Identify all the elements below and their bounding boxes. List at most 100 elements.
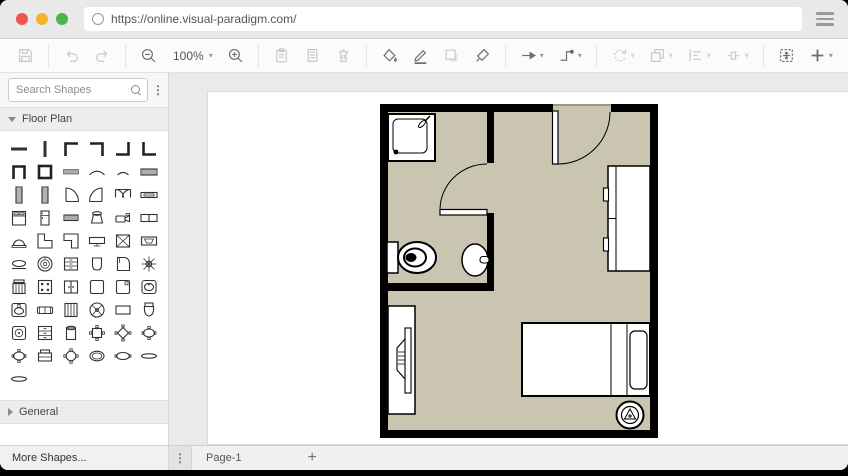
shape-oval-table[interactable] xyxy=(110,344,136,367)
shape-hatched-wall-vertical-2[interactable] xyxy=(32,183,58,206)
page-menu-button[interactable]: ⋮ xyxy=(169,446,192,470)
shape-speaker[interactable] xyxy=(6,321,32,344)
fit-page-button[interactable] xyxy=(774,45,799,66)
shape-widescreen-tv[interactable] xyxy=(136,229,162,252)
shape-double-cabinet[interactable] xyxy=(58,275,84,298)
shape-wall-corner-sw[interactable] xyxy=(136,137,162,160)
zoom-in-button[interactable] xyxy=(223,45,248,66)
bed[interactable] xyxy=(521,322,651,397)
shape-camera[interactable] xyxy=(110,206,136,229)
shape-double-door[interactable] xyxy=(110,183,136,206)
zoom-out-button[interactable] xyxy=(136,45,161,66)
shape-curved-wall-1[interactable] xyxy=(84,160,110,183)
shape-double-window[interactable] xyxy=(136,206,162,229)
shape-loveseat[interactable] xyxy=(32,298,58,321)
shape-plain-table[interactable] xyxy=(84,275,110,298)
shape-office-chair[interactable] xyxy=(6,275,32,298)
shape-square-table-chairs[interactable] xyxy=(84,321,110,344)
shape-conference-table[interactable] xyxy=(6,344,32,367)
shape-grand-piano[interactable] xyxy=(110,252,136,275)
plant-icon xyxy=(141,256,157,271)
shape-hopper[interactable] xyxy=(84,206,110,229)
shape-hatched-wall-vertical[interactable] xyxy=(6,183,32,206)
sink[interactable] xyxy=(461,243,490,277)
tv-cabinet[interactable] xyxy=(387,305,416,415)
shape-vanity[interactable] xyxy=(6,229,32,252)
shape-card-table[interactable] xyxy=(32,275,58,298)
shape-curved-wall-2[interactable] xyxy=(110,160,136,183)
shower[interactable] xyxy=(387,113,436,162)
toolbar-divider xyxy=(504,44,506,67)
fill-color-button[interactable] xyxy=(377,45,402,66)
shape-square-sink[interactable] xyxy=(6,298,32,321)
page-tab[interactable]: Page-1 xyxy=(192,446,255,470)
shape-laundry-basket[interactable] xyxy=(84,252,110,275)
shape-diamond-table-chairs[interactable] xyxy=(110,321,136,344)
shape-coffee-table[interactable] xyxy=(6,252,32,275)
shape-wall-corner-se[interactable] xyxy=(110,137,136,160)
shape-plant[interactable] xyxy=(136,252,162,275)
oval-table-chairs-icon xyxy=(141,325,157,340)
shape-bookcase[interactable] xyxy=(58,298,84,321)
waypoint-style-button[interactable]: ▾ xyxy=(554,45,586,66)
diagram-canvas[interactable] xyxy=(169,73,848,445)
ceiling-lamp[interactable] xyxy=(615,400,645,430)
shape-small-rug[interactable] xyxy=(136,344,162,367)
more-shapes-button[interactable]: More Shapes... xyxy=(0,445,168,470)
shape-toilet-front-view[interactable] xyxy=(136,298,162,321)
sidebar-menu-icon[interactable]: ⋮ xyxy=(152,84,164,96)
section-general[interactable]: General xyxy=(0,400,168,424)
shape-room-square[interactable] xyxy=(32,160,58,183)
floor-plan-drawing[interactable] xyxy=(380,104,658,438)
insert-button[interactable]: ▾ xyxy=(805,45,837,66)
corner-table-icon xyxy=(115,279,131,294)
shape-oval-table-chairs[interactable] xyxy=(136,321,162,344)
shape-drawer-unit[interactable] xyxy=(32,321,58,344)
add-page-button[interactable]: + xyxy=(301,450,322,466)
shape-door-right[interactable] xyxy=(58,183,84,206)
format-panel-button[interactable] xyxy=(843,45,848,66)
shape-ceiling-fan[interactable] xyxy=(84,298,110,321)
shape-rug[interactable] xyxy=(6,367,32,390)
shape-toilet-top-view[interactable] xyxy=(136,275,162,298)
shape-side-table[interactable] xyxy=(110,298,136,321)
shape-printer[interactable] xyxy=(32,344,58,367)
maximize-window-button[interactable] xyxy=(56,13,68,25)
shape-wall-corner-nw[interactable] xyxy=(58,137,84,160)
toilet[interactable] xyxy=(386,241,437,274)
shape-oval-bathtub[interactable] xyxy=(84,344,110,367)
wall-section-icon xyxy=(63,168,79,174)
shape-dresser[interactable] xyxy=(58,252,84,275)
address-bar[interactable]: https://online.visual-paradigm.com/ xyxy=(84,7,802,31)
shape-wall-corner-ne[interactable] xyxy=(84,137,110,160)
browser-menu-icon[interactable] xyxy=(816,12,834,26)
shape-stove-burner[interactable] xyxy=(32,252,58,275)
minimize-window-button[interactable] xyxy=(36,13,48,25)
search-input[interactable] xyxy=(14,83,131,97)
line-color-button[interactable] xyxy=(408,45,433,66)
shape-stairs[interactable] xyxy=(110,229,136,252)
shape-hatched-wall[interactable] xyxy=(136,160,162,183)
section-floor-plan[interactable]: Floor Plan xyxy=(0,107,168,131)
close-window-button[interactable] xyxy=(16,13,28,25)
shape-corner-counter-left[interactable] xyxy=(32,229,58,252)
shape-window[interactable] xyxy=(136,183,162,206)
shape-flat-tv[interactable] xyxy=(84,229,110,252)
shape-round-table-chairs[interactable] xyxy=(58,344,84,367)
shape-wall-horizontal[interactable] xyxy=(6,137,32,160)
shape-corner-table[interactable] xyxy=(110,275,136,298)
shape-low-cabinet[interactable] xyxy=(58,206,84,229)
shape-door-left[interactable] xyxy=(84,183,110,206)
zoom-level[interactable]: 100% ▾ xyxy=(167,47,217,65)
format-painter-button[interactable] xyxy=(470,45,495,66)
shape-corner-counter-right[interactable] xyxy=(58,229,84,252)
shape-trash-can[interactable] xyxy=(58,321,84,344)
wardrobe[interactable] xyxy=(602,165,651,272)
hatched-wall-vertical-2-icon xyxy=(41,185,49,204)
shape-double-bed[interactable] xyxy=(6,206,32,229)
shape-refrigerator[interactable] xyxy=(32,206,58,229)
shape-wall-section[interactable] xyxy=(58,160,84,183)
shape-wall-u-shape[interactable] xyxy=(6,160,32,183)
connection-style-button[interactable]: ▾ xyxy=(516,45,548,66)
shape-wall-vertical[interactable] xyxy=(32,137,58,160)
